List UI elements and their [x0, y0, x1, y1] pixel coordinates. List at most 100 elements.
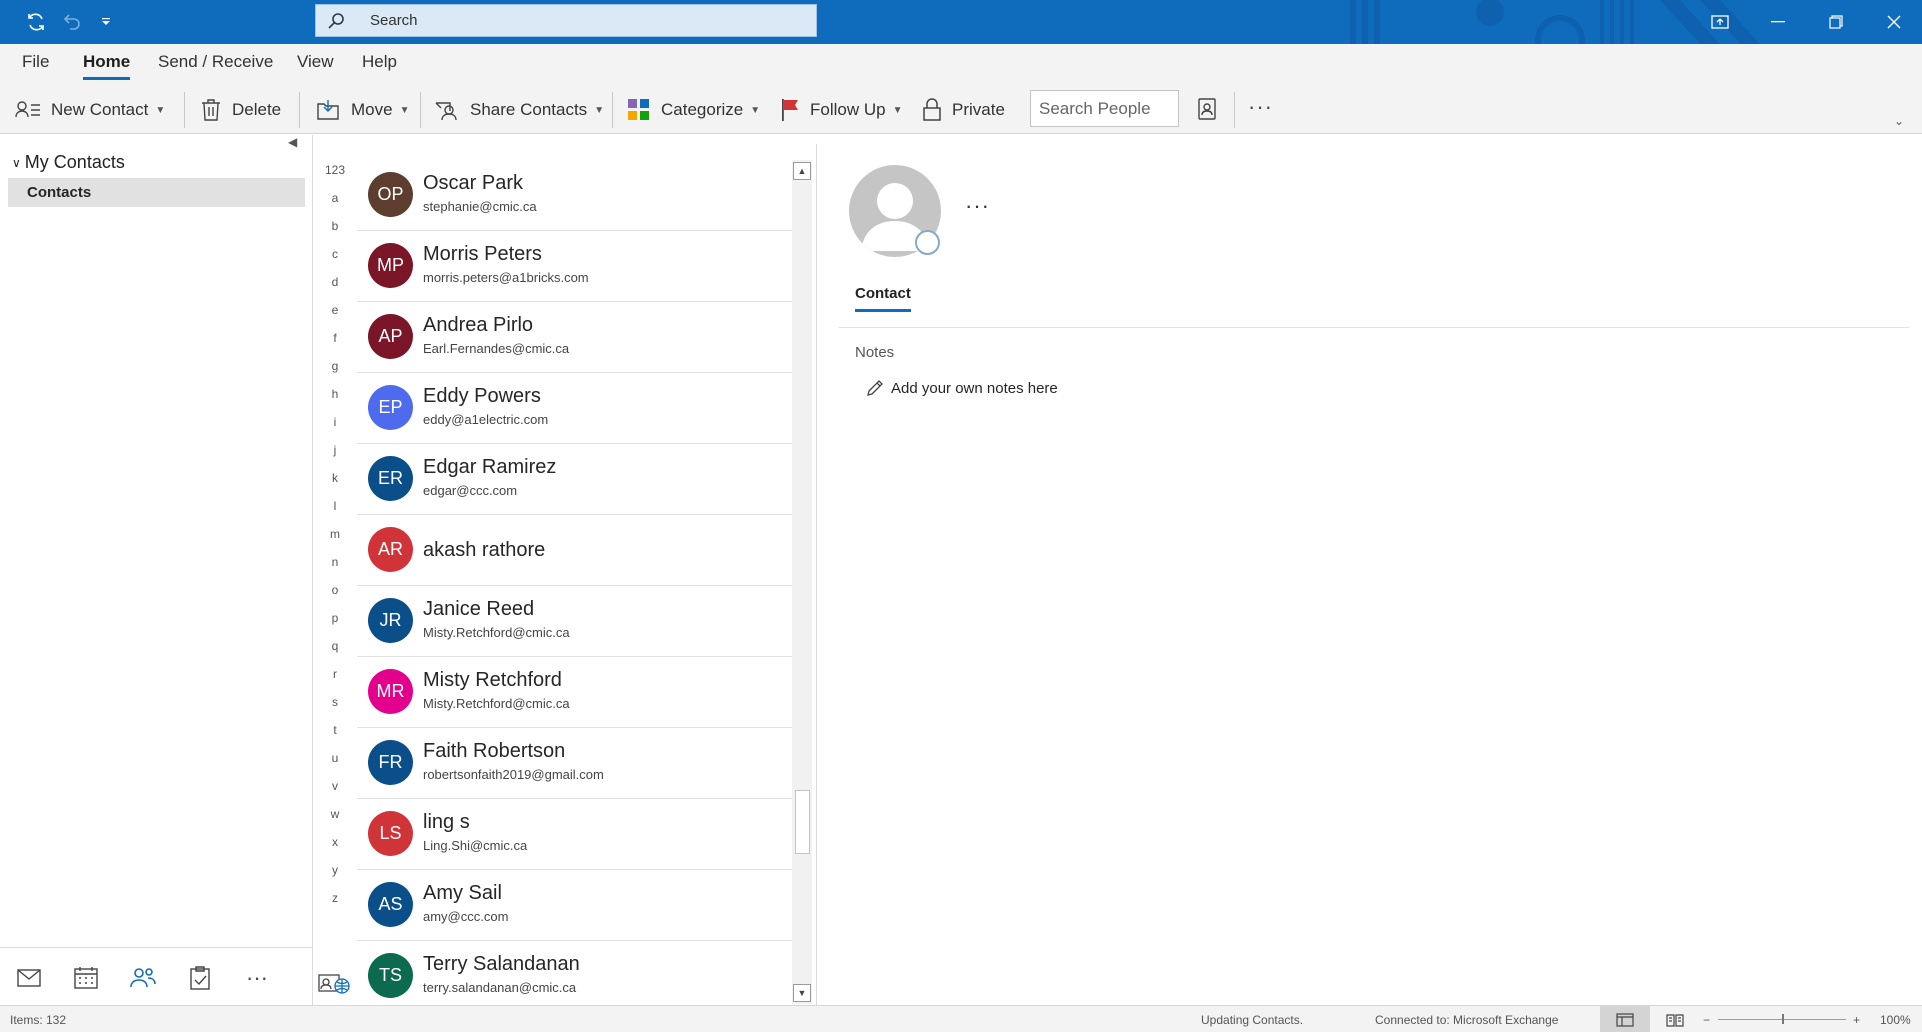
delete-button[interactable]: Delete — [200, 94, 281, 126]
contact-row[interactable]: JR Janice Reed Misty.Retchford@cmic.ca — [357, 586, 792, 657]
scroll-down-icon[interactable]: ▼ — [793, 984, 811, 1002]
zoom-level[interactable]: 100% — [1880, 1013, 1911, 1027]
tab-help[interactable]: Help — [362, 52, 397, 72]
more-commands-button[interactable]: ··· — [1248, 94, 1273, 120]
restore-ribbon-icon[interactable] — [1691, 0, 1749, 44]
contact-row[interactable]: AP Andrea Pirlo Earl.Fernandes@cmic.ca — [357, 302, 792, 373]
folder-contacts[interactable]: Contacts — [8, 178, 305, 207]
contact-row[interactable]: TS Terry Salandanan terry.salandanan@cmic.… — [357, 941, 792, 1004]
alphabet-index-letter[interactable]: v — [318, 779, 352, 807]
search-people-input[interactable]: Search People — [1030, 90, 1179, 127]
contact-detail-pane: ··· Contact Notes Add your own notes her… — [817, 135, 1922, 1005]
alphabet-index-letter[interactable]: p — [318, 611, 352, 639]
tab-file[interactable]: File — [22, 52, 49, 72]
calendar-icon[interactable] — [71, 963, 101, 993]
alphabet-index-letter[interactable]: a — [318, 191, 352, 219]
alphabet-index-letter[interactable]: o — [318, 583, 352, 611]
alphabet-index-letter[interactable]: d — [318, 275, 352, 303]
more-apps-button[interactable]: ··· — [242, 963, 272, 993]
alphabet-index-letter[interactable]: 123 — [318, 163, 352, 191]
reading-view-icon[interactable] — [1650, 1006, 1700, 1032]
tab-view[interactable]: View — [297, 52, 334, 72]
contact-name: Terry Salandanan — [423, 953, 580, 975]
sync-icon[interactable] — [22, 8, 50, 36]
alphabet-index-letter[interactable]: f — [318, 331, 352, 359]
contact-row[interactable]: OP Oscar Park stephanie@cmic.ca — [357, 160, 792, 231]
chevron-down-icon[interactable]: ▼ — [750, 105, 760, 116]
contact-row[interactable]: AS Amy Sail amy@ccc.com — [357, 870, 792, 941]
alphabet-index-letter[interactable]: s — [318, 695, 352, 723]
chevron-down-icon[interactable]: ▼ — [594, 105, 604, 116]
mail-icon[interactable] — [14, 963, 44, 993]
alphabet-index-letter[interactable]: h — [318, 387, 352, 415]
contact-row[interactable]: AR akash rathore — [357, 515, 792, 586]
alphabet-index-letter[interactable]: z — [318, 891, 352, 919]
contact-row[interactable]: MP Morris Peters morris.peters@a1bricks.co… — [357, 231, 792, 302]
alphabet-index-letter[interactable]: m — [318, 527, 352, 555]
chevron-down-icon[interactable]: ▼ — [400, 105, 410, 116]
scrollbar-thumb[interactable] — [795, 790, 810, 854]
undo-icon[interactable] — [58, 8, 86, 36]
collapse-ribbon-icon[interactable]: ⌄ — [1894, 114, 1904, 128]
contact-more-options-button[interactable]: ··· — [965, 193, 990, 219]
address-book-icon[interactable] — [1192, 94, 1222, 124]
alphabet-index-letter[interactable]: j — [318, 443, 352, 471]
alphabet-index-letter[interactable]: n — [318, 555, 352, 583]
chevron-down-icon[interactable]: ▼ — [893, 105, 903, 116]
categorize-button[interactable]: Categorize ▼ — [627, 94, 760, 126]
search-bar[interactable]: Search — [315, 4, 817, 37]
tab-send-receive[interactable]: Send / Receive — [158, 52, 273, 72]
minimize-icon[interactable] — [1749, 0, 1807, 44]
alphabet-index-letter[interactable]: l — [318, 499, 352, 527]
new-contact-button[interactable]: New Contact ▼ — [15, 94, 165, 126]
scroll-up-icon[interactable]: ▲ — [793, 162, 811, 180]
contact-row[interactable]: FR Faith Robertson robertsonfaith2019@gmai… — [357, 728, 792, 799]
contact-email: Ling.Shi@cmic.ca — [423, 838, 528, 853]
alphabet-index-letter[interactable]: c — [318, 247, 352, 275]
contact-email: terry.salandanan@cmic.ca — [423, 980, 577, 995]
share-contacts-button[interactable]: Share Contacts ▼ — [434, 94, 604, 126]
private-button[interactable]: Private — [922, 94, 1005, 126]
contact-list-scrollbar[interactable]: ▲ ▼ — [792, 160, 812, 1004]
contact-avatar: AR — [368, 527, 413, 572]
private-label: Private — [952, 100, 1005, 119]
alphabet-index-letter[interactable]: y — [318, 863, 352, 891]
alphabet-index-letter[interactable]: i — [318, 415, 352, 443]
follow-up-button[interactable]: Follow Up ▼ — [780, 94, 903, 126]
alphabet-index-letter[interactable]: q — [318, 639, 352, 667]
zoom-out-button[interactable]: − — [1703, 1013, 1710, 1027]
zoom-in-button[interactable]: + — [1853, 1013, 1860, 1027]
customize-quick-access-icon[interactable] — [92, 8, 120, 36]
alphabet-index-letter[interactable]: w — [318, 807, 352, 835]
alphabet-index-letter[interactable]: k — [318, 471, 352, 499]
alphabet-index-letter[interactable]: x — [318, 835, 352, 863]
my-contacts-group[interactable]: ∨ My Contacts — [12, 152, 125, 173]
close-icon[interactable] — [1865, 0, 1922, 44]
contact-name: Janice Reed — [423, 598, 535, 620]
collapse-folder-pane-icon[interactable]: ◀ — [288, 135, 297, 149]
tab-contact[interactable]: Contact — [855, 285, 911, 312]
contact-row[interactable]: ER Edgar Ramirez edgar@ccc.com — [357, 444, 792, 515]
contact-name: Amy Sail — [423, 882, 502, 904]
alphabet-index-letter[interactable]: u — [318, 751, 352, 779]
maximize-icon[interactable] — [1807, 0, 1865, 44]
contact-card-view-icon[interactable] — [318, 972, 354, 996]
contact-name: Edgar Ramirez — [423, 456, 557, 478]
contact-email: edgar@ccc.com — [423, 483, 518, 498]
alphabet-index-letter[interactable]: e — [318, 303, 352, 331]
people-icon[interactable] — [128, 963, 158, 993]
contact-row[interactable]: EP Eddy Powers eddy@a1electric.com — [357, 373, 792, 444]
alphabet-index-letter[interactable]: r — [318, 667, 352, 695]
add-notes-button[interactable]: Add your own notes here — [865, 378, 1058, 398]
contact-row[interactable]: LS ling s Ling.Shi@cmic.ca — [357, 799, 792, 870]
contact-row[interactable]: MR Misty Retchford Misty.Retchford@cmic.ca — [357, 657, 792, 728]
tab-home[interactable]: Home — [83, 52, 131, 80]
move-button[interactable]: Move ▼ — [315, 94, 409, 126]
alphabet-index-letter[interactable]: g — [318, 359, 352, 387]
tasks-icon[interactable] — [185, 963, 215, 993]
zoom-slider-thumb[interactable] — [1782, 1014, 1784, 1024]
alphabet-index-letter[interactable]: b — [318, 219, 352, 247]
chevron-down-icon[interactable]: ▼ — [155, 105, 165, 116]
alphabet-index-letter[interactable]: t — [318, 723, 352, 751]
normal-view-icon[interactable] — [1600, 1006, 1650, 1032]
